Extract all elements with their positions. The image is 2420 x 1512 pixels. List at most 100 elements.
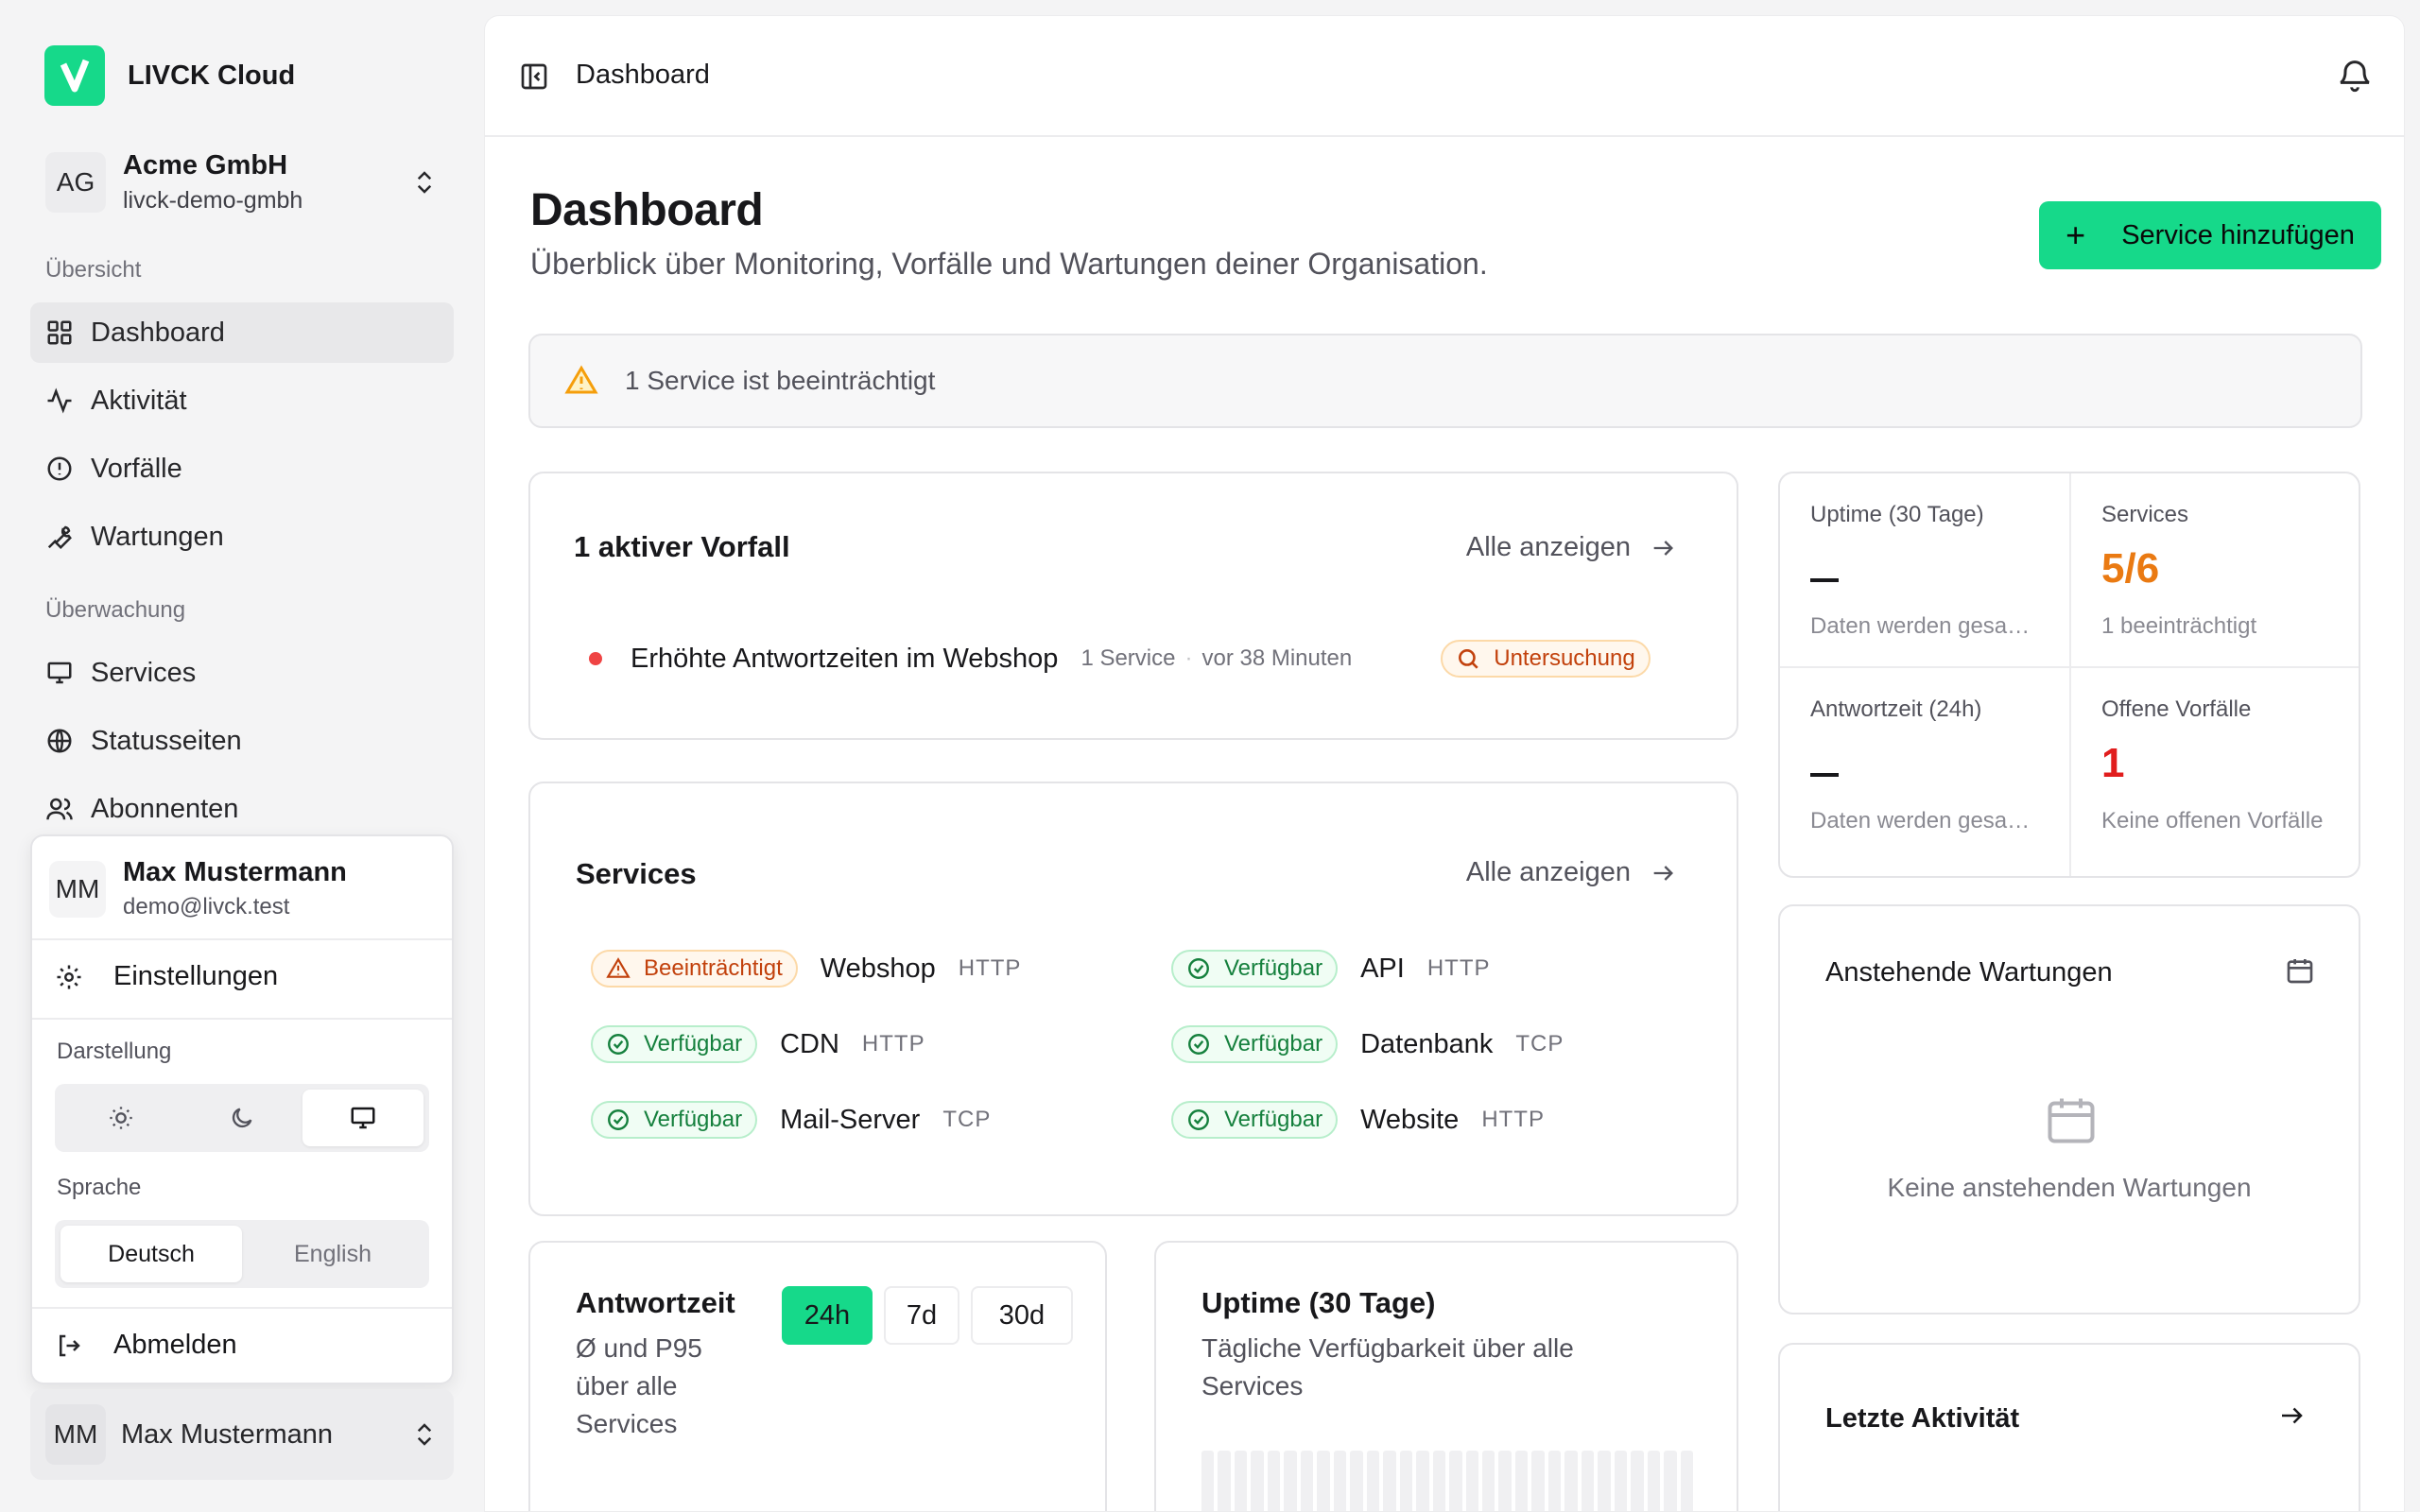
- service-name: CDN: [780, 1028, 839, 1059]
- range-30d-button[interactable]: 30d: [971, 1286, 1073, 1345]
- monitor-icon: [47, 662, 72, 684]
- status-badge-label: Verfügbar: [1224, 955, 1323, 981]
- service-item[interactable]: Verfügbar Mail-Server TCP: [591, 1101, 991, 1139]
- maintenance-card: Anstehende Wartungen Keine anstehenden W…: [1778, 904, 2360, 1314]
- uptime-day-bar: [1234, 1451, 1248, 1511]
- uptime-card: Uptime (30 Tage) Tägliche Verfügbarkeit …: [1154, 1241, 1738, 1511]
- status-badge: Verfügbar: [1171, 950, 1339, 988]
- uptime-day-bar: [1647, 1451, 1661, 1511]
- add-service-button[interactable]: + Service hinzufügen: [2039, 201, 2381, 269]
- calendar-icon[interactable]: [2285, 955, 2315, 986]
- brand[interactable]: LIVCK Cloud: [44, 45, 295, 106]
- app-root: LIVCK Cloud AG Acme GmbH livck-demo-gmbh…: [0, 0, 2420, 1512]
- sidebar-item-services[interactable]: Services: [30, 643, 454, 703]
- sidebar-item-label: Statusseiten: [91, 725, 242, 756]
- theme-dark-button[interactable]: [182, 1090, 302, 1146]
- status-badge: Verfügbar: [591, 1025, 758, 1063]
- calendar-empty-icon: [2048, 1098, 2095, 1143]
- sidebar-toggle-icon[interactable]: [519, 61, 549, 92]
- avatar: MM: [49, 860, 106, 918]
- subtitle-line: über alle: [576, 1371, 678, 1400]
- stat-label: Uptime (30 Tage): [1810, 502, 1984, 527]
- theme-light-button[interactable]: [60, 1090, 182, 1146]
- sidebar-item-incidents[interactable]: Vorfälle: [30, 438, 454, 499]
- service-item[interactable]: Beeinträchtigt Webshop HTTP: [591, 950, 1021, 988]
- chevron-up-down-icon: [417, 1423, 432, 1446]
- service-name: API: [1360, 953, 1405, 984]
- arrow-right-icon: [1653, 865, 1673, 881]
- service-item[interactable]: Verfügbar Website HTTP: [1171, 1101, 1545, 1139]
- status-badge-label: Verfügbar: [1224, 1031, 1323, 1057]
- incidents-view-all-link[interactable]: Alle anzeigen: [1466, 532, 1676, 563]
- language-de-button[interactable]: Deutsch: [60, 1226, 242, 1282]
- org-switcher[interactable]: AG Acme GmbH livck-demo-gmbh: [30, 132, 454, 232]
- incident-time: vor 38 Minuten: [1201, 645, 1353, 671]
- service-type: HTTP: [1426, 955, 1491, 981]
- theme-system-button[interactable]: [302, 1090, 424, 1146]
- stats-grid: Uptime (30 Tage) Daten werden gesammelt …: [1778, 472, 2360, 878]
- user-footer-name: Max Mustermann: [121, 1418, 334, 1450]
- bell-icon[interactable]: [2336, 56, 2374, 94]
- service-type: HTTP: [958, 955, 1022, 981]
- uptime-day-bar: [1432, 1451, 1446, 1511]
- language-en-button[interactable]: English: [242, 1226, 424, 1282]
- brand-name: LIVCK Cloud: [128, 60, 296, 91]
- brand-logo: [44, 45, 105, 106]
- incident-row[interactable]: Erhöhte Antwortzeiten im Webshop 1 Servi…: [589, 640, 1651, 678]
- maintenance-empty-text: Keine anstehenden Wartungen: [1887, 1173, 2252, 1202]
- separator-dot: ·: [1184, 645, 1193, 671]
- sidebar-item-maintenance[interactable]: Wartungen: [30, 507, 454, 567]
- uptime-day-bar: [1399, 1451, 1413, 1511]
- stat-value-empty: [1810, 740, 2069, 791]
- alert-text: 1 Service ist beeinträchtigt: [625, 366, 936, 395]
- divider: [32, 1018, 452, 1020]
- sidebar-item-dashboard[interactable]: Dashboard: [30, 302, 454, 363]
- topbar-title: Dashboard: [576, 60, 710, 90]
- org-slug: livck-demo-gmbh: [123, 187, 303, 214]
- check-circle-icon: [1188, 1109, 1209, 1130]
- uptime-day-bar: [1598, 1451, 1611, 1511]
- service-item[interactable]: Verfügbar Datenbank TCP: [1171, 1025, 1564, 1063]
- sun-icon: [110, 1107, 132, 1129]
- range-24h-button[interactable]: 24h: [782, 1286, 873, 1345]
- stat-sub: Daten werden gesammelt: [1810, 613, 2043, 639]
- arrow-right-icon[interactable]: [2277, 1401, 2306, 1430]
- uptime-card-title: Uptime (30 Tage): [1201, 1286, 1436, 1319]
- logout-menu-item[interactable]: Abmelden: [55, 1330, 237, 1361]
- subtitle-line: Services: [576, 1409, 678, 1438]
- sidebar-item-activity[interactable]: Aktivität: [30, 370, 454, 431]
- incident-services: 1 Service: [1080, 645, 1176, 671]
- services-view-all-link[interactable]: Alle anzeigen: [1466, 857, 1676, 888]
- appearance-label: Darstellung: [57, 1039, 172, 1064]
- service-item[interactable]: Verfügbar API HTTP: [1171, 950, 1491, 988]
- user-switcher[interactable]: MM Max Mustermann: [30, 1389, 454, 1480]
- sidebar-item-subscribers[interactable]: Abonnenten: [30, 779, 454, 839]
- warning-triangle-icon: [606, 957, 631, 978]
- activity-icon: [47, 387, 72, 414]
- status-badge: Verfügbar: [591, 1101, 758, 1139]
- sidebar-item-label: Services: [91, 657, 197, 688]
- settings-menu-item[interactable]: Einstellungen: [55, 961, 278, 992]
- uptime-day-bar: [1481, 1451, 1495, 1511]
- gear-icon: [57, 965, 81, 988]
- activity-card-title: Letzte Aktivität: [1825, 1403, 2020, 1434]
- sidebar-item-status-pages[interactable]: Statusseiten: [30, 711, 454, 771]
- view-all-label: Alle anzeigen: [1465, 857, 1631, 887]
- divider: [32, 938, 452, 940]
- stat-value: 1: [2101, 740, 2125, 786]
- stat-open-incidents: Offene Vorfälle 1 Keine offenen Vorfälle: [2071, 668, 2359, 863]
- response-time-title: Antwortzeit: [576, 1286, 735, 1319]
- uptime-day-bar: [1514, 1451, 1529, 1511]
- status-badge: Verfügbar: [1171, 1025, 1339, 1063]
- subtitle-line: Ø und P95: [576, 1333, 702, 1363]
- service-name: Website: [1360, 1104, 1460, 1135]
- range-7d-button[interactable]: 7d: [884, 1286, 959, 1345]
- service-type: HTTP: [1481, 1107, 1545, 1132]
- service-item[interactable]: Verfügbar CDN HTTP: [591, 1025, 925, 1063]
- incident-title: Erhöhte Antwortzeiten im Webshop: [631, 643, 1059, 674]
- uptime-day-bar: [1581, 1451, 1595, 1511]
- topbar: Dashboard: [485, 16, 2404, 137]
- stat-value-empty: [1810, 545, 2069, 596]
- response-time-card: Antwortzeit Ø und P95 über alle Services…: [528, 1241, 1107, 1511]
- service-name: Datenbank: [1360, 1028, 1494, 1059]
